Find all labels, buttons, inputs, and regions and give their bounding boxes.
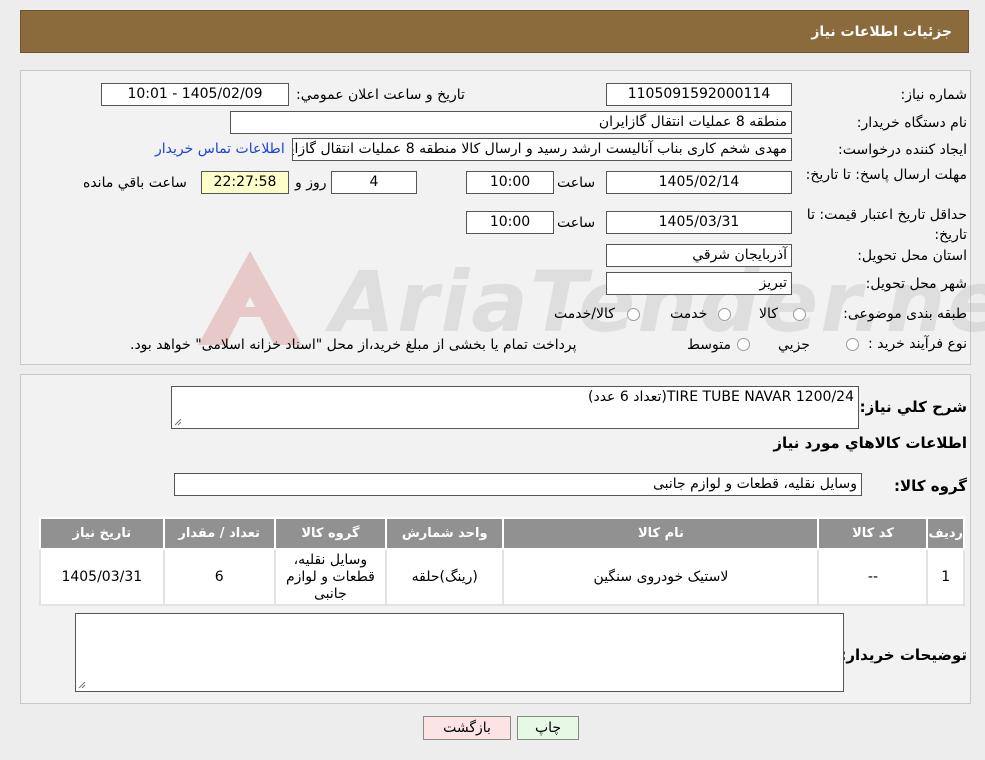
city-field: تبريز (606, 272, 792, 295)
announce-label: تاریخ و ساعت اعلان عمومي: (296, 87, 465, 103)
description-field: TIRE TUBE NAVAR 1200/24(تعداد 6 عدد) (171, 386, 859, 429)
remaining-time-field: 22:27:58 (201, 171, 289, 194)
cell-item-name: لاستيک خودروی سنگين (502, 548, 820, 606)
price-validity-label: حداقل تاريخ اعتبار قيمت: تا تاريخ: (806, 207, 967, 243)
deadline-date-field: 1405/02/14 (606, 171, 792, 194)
process-label: نوع فرآيند خريد : (868, 336, 967, 352)
process-minor-radio[interactable] (846, 338, 859, 351)
price-validity-date-field: 1405/03/31 (606, 211, 792, 234)
process-medium-label: متوسط (687, 337, 731, 353)
description-label: شرح کلي نياز: (859, 398, 967, 416)
deadline-time-field: 10:00 (466, 171, 554, 194)
buyer-org-field: منطقه 8 عمليات انتقال گازايران (230, 111, 792, 134)
print-button[interactable]: چاپ (517, 716, 579, 740)
cell-need-date: 1405/03/31 (39, 548, 165, 606)
deadline-time-label: ساعت (557, 175, 596, 191)
table-row: 1 -- لاستيک خودروی سنگين (رينگ)حلقه وساي… (39, 548, 965, 606)
process-minor-label: جزيي (778, 337, 810, 353)
requester-label: ايجاد کننده درخواست: (838, 142, 967, 158)
col-unit: واحد شمارش (384, 517, 505, 550)
col-item-name: نام کالا (502, 517, 820, 550)
category-goods-radio[interactable] (793, 308, 806, 321)
province-label: استان محل تحويل: (857, 248, 967, 264)
page-title: جزئیات اطلاعات نیاز (811, 24, 952, 40)
goods-section-title: اطلاعات کالاهاي مورد نياز (773, 434, 967, 452)
need-number-field: 1105091592000114 (606, 83, 792, 106)
cell-unit: (رينگ)حلقه (384, 548, 505, 606)
process-payment-note: پرداخت تمام يا بخشی از مبلغ خريد،از محل … (130, 337, 577, 353)
requester-field: مهدی شخم کاری بناب آنالیست ارشد رسید و ا… (292, 138, 792, 161)
city-label: شهر محل تحويل: (865, 276, 967, 292)
category-goods-service-radio[interactable] (627, 308, 640, 321)
buyer-notes-label: توضيحات خريدار: (840, 646, 967, 664)
category-service-label: خدمت (670, 306, 708, 322)
col-item-code: کد کالا (817, 517, 929, 550)
description-text: TIRE TUBE NAVAR 1200/24(تعداد 6 عدد) (588, 389, 854, 405)
province-field: آذربايجان شرقي (606, 244, 792, 267)
cell-row-number: 1 (926, 548, 965, 606)
buyer-notes-field[interactable] (75, 613, 844, 692)
days-label: روز و (295, 175, 327, 191)
buyer-contact-link[interactable]: اطلاعات تماس خريدار (155, 141, 285, 157)
category-service-radio[interactable] (718, 308, 731, 321)
category-goods-label: کالا (759, 306, 778, 322)
resize-handle-icon[interactable] (78, 681, 86, 689)
goods-table: رديف کد کالا نام کالا واحد شمارش گروه کا… (39, 517, 965, 606)
resize-handle-icon[interactable] (174, 418, 182, 426)
announce-datetime-field: 1405/02/09 - 10:01 (101, 83, 289, 106)
goods-group-label: گروه کالا: (894, 477, 967, 495)
price-validity-time-label: ساعت (557, 215, 596, 231)
days-remaining-field: 4 (331, 171, 417, 194)
col-quantity: تعداد / مقدار (162, 517, 276, 550)
col-row-number: رديف (926, 517, 965, 550)
cell-item-group: وسايل نقليه، قطعات و لوازم جانبی (273, 548, 388, 606)
category-label: طبقه بندی موضوعی: (843, 306, 967, 322)
col-need-date: تاريخ نياز (39, 517, 165, 550)
need-number-label: شماره نیاز: (900, 87, 968, 103)
category-goods-service-label: کالا/خدمت (554, 306, 615, 322)
remaining-time-label: ساعت باقي مانده (83, 175, 187, 191)
cell-item-code: -- (817, 548, 929, 606)
process-medium-radio[interactable] (737, 338, 750, 351)
goods-group-field: وسايل نقليه، قطعات و لوازم جانبی (174, 473, 862, 496)
col-item-group: گروه کالا (273, 517, 388, 550)
page-header: جزئیات اطلاعات نیاز (20, 10, 969, 53)
back-button[interactable]: بازگشت (423, 716, 511, 740)
deadline-label: مهلت ارسال پاسخ: تا تاريخ: (805, 167, 967, 183)
table-header-row: رديف کد کالا نام کالا واحد شمارش گروه کا… (39, 517, 965, 550)
cell-quantity: 6 (162, 548, 276, 606)
price-validity-time-field: 10:00 (466, 211, 554, 234)
buyer-org-label: نام دستگاه خريدار: (856, 115, 967, 131)
